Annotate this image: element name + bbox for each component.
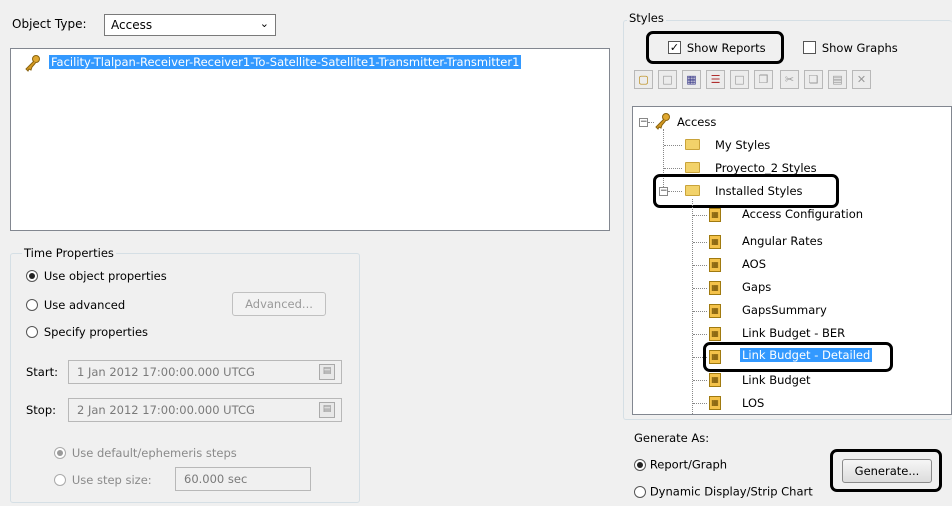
start-value: 1 Jan 2012 17:00:00.000 UTCG — [77, 365, 255, 379]
specify-properties-radio[interactable]: Specify properties — [26, 324, 148, 339]
styles-tree[interactable]: − Access My Styles Proyecto_2 Styles − I… — [632, 106, 952, 415]
show-graphs-checkbox[interactable]: Show Graphs — [803, 40, 898, 55]
use-object-radio[interactable]: Use object properties — [26, 268, 167, 283]
generate-button[interactable]: Generate... — [842, 459, 932, 483]
specify-properties-label: Specify properties — [43, 324, 149, 339]
report-graph-label: Report/Graph — [649, 457, 728, 472]
tree-connector — [693, 215, 707, 216]
object-type-value: Access — [111, 18, 153, 32]
object-list[interactable]: Facility-Tlalpan-Receiver-Receiver1-To-S… — [10, 48, 610, 231]
report-style-icon: ▦ — [709, 235, 721, 249]
start-label: Start: — [26, 365, 58, 379]
tree-connector — [693, 403, 707, 404]
advanced-button[interactable]: Advanced... — [232, 292, 326, 316]
report-style-icon: ▦ — [709, 396, 721, 410]
checkmark-icon: ✓ — [668, 41, 681, 54]
new-folder-icon[interactable]: □ — [658, 70, 677, 89]
cut-icon[interactable]: ✂ — [780, 70, 799, 89]
tree-connector — [664, 145, 682, 146]
tree-node-los[interactable]: LOS — [742, 396, 764, 410]
duplicate-icon[interactable]: ❐ — [754, 70, 773, 89]
report-style-icon: ▦ — [709, 327, 721, 341]
use-object-label: Use object properties — [43, 268, 167, 283]
tree-node-access-configuration[interactable]: Access Configuration — [742, 207, 863, 221]
copy-icon[interactable]: ❏ — [804, 70, 823, 89]
folder-icon — [685, 162, 700, 173]
tree-connector — [692, 199, 693, 414]
tree-node-access[interactable]: Access — [677, 115, 716, 129]
styles-toolbar: ▢ □ ▦ ☰ □ ❐ ✂ ❏ ▤ ✕ — [634, 70, 952, 94]
key-icon — [653, 112, 671, 133]
radio-icon — [634, 458, 646, 471]
tree-connector — [693, 311, 707, 312]
tree-connector — [693, 380, 707, 381]
use-advanced-label: Use advanced — [43, 297, 126, 312]
collapse-icon[interactable]: − — [639, 118, 648, 127]
step-size-field[interactable]: 60.000 sec — [175, 467, 311, 491]
report-style-icon: ▦ — [709, 304, 721, 318]
object-list-item[interactable]: Facility-Tlalpan-Receiver-Receiver1-To-S… — [25, 55, 522, 72]
tree-node-angular-rates[interactable]: Angular Rates — [742, 234, 823, 248]
default-steps-radio[interactable]: Use default/ephemeris steps — [54, 445, 237, 460]
radio-icon — [26, 325, 38, 338]
object-type-label: Object Type: — [12, 17, 87, 31]
time-properties-title: Time Properties — [22, 246, 116, 260]
stop-field[interactable]: 2 Jan 2012 17:00:00.000 UTCG ▤ — [68, 398, 342, 422]
step-size-value: 60.000 sec — [184, 472, 248, 486]
properties-icon[interactable]: ▦ — [682, 70, 701, 89]
dynamic-display-label: Dynamic Display/Strip Chart — [649, 484, 813, 499]
radio-icon — [26, 298, 38, 311]
delete-icon[interactable]: ✕ — [852, 70, 871, 89]
folder-icon — [685, 139, 700, 150]
generate-as-label: Generate As: — [634, 431, 710, 445]
show-graphs-label: Show Graphs — [821, 40, 898, 55]
stop-value: 2 Jan 2012 17:00:00.000 UTCG — [77, 403, 255, 417]
default-steps-label: Use default/ephemeris steps — [71, 445, 237, 460]
tree-connector — [664, 168, 682, 169]
start-field[interactable]: 1 Jan 2012 17:00:00.000 UTCG ▤ — [68, 360, 342, 384]
step-size-label: Use step size: — [71, 472, 152, 487]
tree-node-gapssummary[interactable]: GapsSummary — [742, 303, 827, 317]
report-style-icon: ▦ — [709, 281, 721, 295]
object-list-item-label: Facility-Tlalpan-Receiver-Receiver1-To-S… — [49, 55, 522, 69]
key-icon — [23, 54, 41, 75]
show-reports-label: Show Reports — [686, 40, 766, 55]
show-reports-checkbox[interactable]: ✓ Show Reports — [668, 40, 766, 55]
use-advanced-radio[interactable]: Use advanced — [26, 297, 125, 312]
radio-icon — [26, 269, 38, 282]
tree-connector — [693, 242, 707, 243]
step-size-radio[interactable]: Use step size: — [54, 472, 152, 487]
tree-node-gaps[interactable]: Gaps — [742, 280, 771, 294]
columns-icon[interactable]: ☰ — [706, 70, 725, 89]
tree-node-link-budget-ber[interactable]: Link Budget - BER — [742, 326, 845, 340]
radio-icon — [634, 485, 646, 498]
styles-title: Styles — [627, 11, 666, 25]
paste-icon[interactable]: ▤ — [828, 70, 847, 89]
report-style-icon: ▦ — [709, 208, 721, 222]
tree-node-aos[interactable]: AOS — [742, 257, 766, 271]
tree-node-proyecto-styles[interactable]: Proyecto_2 Styles — [715, 161, 817, 175]
chevron-down-icon: ⌄ — [259, 17, 269, 30]
report-graph-radio[interactable]: Report/Graph — [634, 457, 727, 472]
tree-node-my-styles[interactable]: My Styles — [715, 138, 770, 152]
open-folder-icon[interactable]: □ — [730, 70, 749, 89]
radio-icon — [54, 446, 66, 459]
new-style-icon[interactable]: ▢ — [634, 70, 653, 89]
tree-connector — [693, 265, 707, 266]
link-budget-detailed-highlight — [703, 342, 893, 372]
tree-connector — [693, 288, 707, 289]
object-type-select[interactable]: Access ⌄ — [104, 14, 276, 36]
calendar-icon: ▤ — [319, 402, 335, 418]
dynamic-display-radio[interactable]: Dynamic Display/Strip Chart — [634, 484, 813, 499]
checkbox-icon — [803, 41, 816, 54]
report-style-icon: ▦ — [709, 373, 721, 387]
report-style-icon: ▦ — [709, 258, 721, 272]
tree-node-link-budget[interactable]: Link Budget — [742, 373, 811, 387]
installed-styles-highlight — [653, 174, 839, 208]
radio-icon — [54, 473, 66, 486]
tree-connector — [693, 334, 707, 335]
stop-label: Stop: — [26, 403, 57, 417]
calendar-icon: ▤ — [319, 364, 335, 380]
